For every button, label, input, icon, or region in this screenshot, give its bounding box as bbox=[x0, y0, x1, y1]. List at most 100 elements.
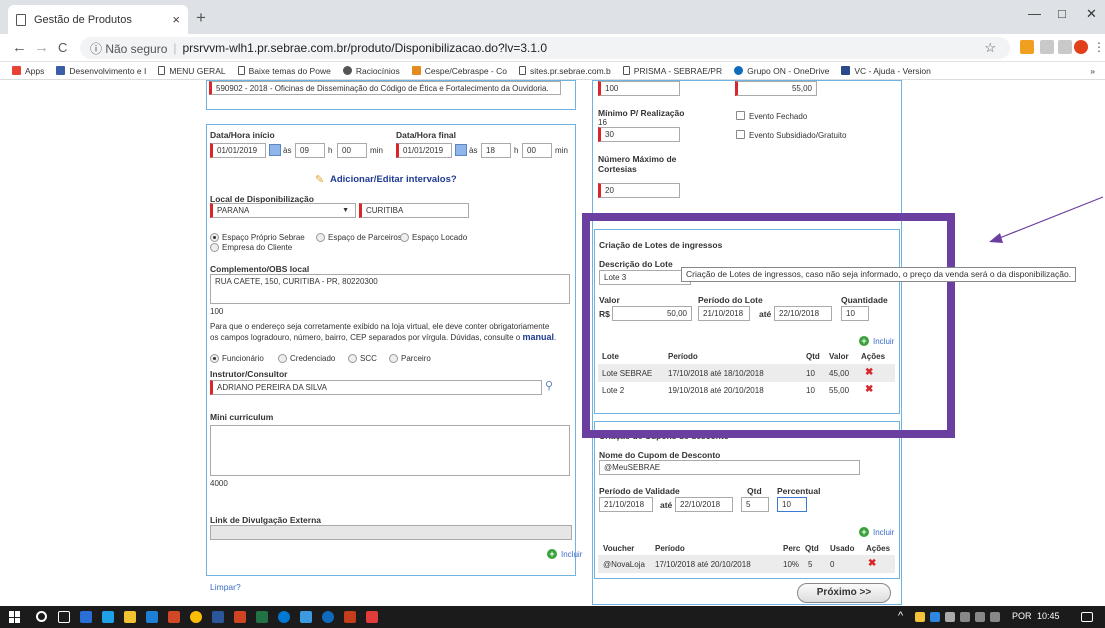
coupon-name-input[interactable]: @MeuSEBRAE bbox=[599, 460, 860, 475]
clock[interactable]: 10:45 bbox=[1037, 611, 1060, 621]
app-icon[interactable] bbox=[300, 611, 312, 623]
coupon-start-input[interactable]: 21/10/2018 bbox=[599, 497, 653, 512]
mini-curriculum-textarea[interactable] bbox=[210, 425, 570, 476]
powerpoint-icon[interactable] bbox=[344, 611, 356, 623]
delete-icon[interactable]: ✖ bbox=[868, 558, 876, 569]
top-left-value-input[interactable]: 100 bbox=[598, 81, 680, 96]
language-indicator[interactable]: POR bbox=[1012, 611, 1032, 621]
omnibox[interactable]: ⓘ Não seguro | prsrvvm-wlh1.pr.sebrae.co… bbox=[80, 37, 1010, 59]
space-radio-0[interactable] bbox=[210, 233, 219, 242]
evento-fechado-checkbox[interactable] bbox=[736, 111, 745, 120]
calendar-icon[interactable] bbox=[455, 144, 467, 156]
tray-chevron-icon[interactable]: ^ bbox=[898, 610, 903, 622]
profile-avatar-icon[interactable] bbox=[1074, 40, 1088, 54]
bookmark-item[interactable]: Cespe/Cebraspe - Co bbox=[411, 66, 507, 76]
bookmark-item[interactable]: Apps bbox=[12, 66, 44, 76]
minimum-input[interactable]: 30 bbox=[598, 127, 680, 142]
state-select[interactable]: PARANA ▼ bbox=[210, 203, 356, 218]
bookmarks-overflow-button[interactable]: » bbox=[1090, 66, 1095, 76]
url-text[interactable]: prsrvvm-wlh1.pr.sebrae.com.br/produto/Di… bbox=[183, 41, 548, 55]
volume-icon[interactable] bbox=[975, 612, 985, 622]
left-include-link[interactable]: Incluir bbox=[561, 550, 582, 559]
instructor-type-radio-0[interactable] bbox=[210, 354, 219, 363]
extension-icon[interactable] bbox=[1058, 40, 1072, 54]
start-minute-input[interactable]: 00 bbox=[337, 143, 367, 158]
instructor-type-radio-1[interactable] bbox=[278, 354, 287, 363]
next-button[interactable]: Próximo >> bbox=[797, 583, 891, 603]
maximize-button[interactable]: □ bbox=[1058, 6, 1066, 21]
space-radio-3[interactable] bbox=[210, 243, 219, 252]
end-date-input[interactable]: 01/01/2019 bbox=[396, 143, 452, 158]
edge-icon[interactable] bbox=[146, 611, 158, 623]
external-link-input[interactable] bbox=[210, 525, 572, 540]
task-view-icon[interactable] bbox=[58, 611, 70, 623]
instructor-type-radio-3[interactable] bbox=[389, 354, 398, 363]
word-icon[interactable] bbox=[80, 611, 92, 623]
excel-icon[interactable] bbox=[256, 611, 268, 623]
extension-icon[interactable] bbox=[1020, 40, 1034, 54]
chrome-icon[interactable] bbox=[190, 611, 202, 623]
bookmark-item[interactable]: Baixe temas do Powe bbox=[237, 66, 331, 76]
skype-icon[interactable] bbox=[102, 611, 114, 623]
coupon-percent-input[interactable]: 10 bbox=[777, 497, 807, 512]
battery-icon[interactable] bbox=[945, 612, 955, 622]
word-doc-icon[interactable] bbox=[212, 611, 224, 623]
security-indicator[interactable]: ⓘ Não seguro bbox=[90, 40, 167, 57]
pen-icon[interactable] bbox=[990, 612, 1000, 622]
bookmark-item[interactable]: Raciocínios bbox=[342, 66, 400, 76]
evento-subsidiado-checkbox[interactable] bbox=[736, 130, 745, 139]
tab-close-button[interactable]: × bbox=[172, 12, 180, 27]
bookmark-item[interactable]: Desenvolvimento e I bbox=[56, 66, 146, 76]
app-icon[interactable] bbox=[322, 611, 334, 623]
bookmark-item[interactable]: VC - Ajuda - Version bbox=[841, 66, 931, 76]
start-date-input[interactable]: 01/01/2019 bbox=[210, 143, 266, 158]
max-courtesy-input[interactable]: 20 bbox=[598, 183, 680, 198]
bookmark-item[interactable]: MENU GERAL bbox=[158, 66, 226, 76]
coupon-end-input[interactable]: 22/10/2018 bbox=[675, 497, 733, 512]
instructor-type-radio-2[interactable] bbox=[348, 354, 357, 363]
complement-textarea[interactable]: RUA CAETE, 150, CURITIBA - PR, 80220300 bbox=[210, 274, 570, 304]
app-icon[interactable] bbox=[278, 611, 290, 623]
acrobat-icon[interactable] bbox=[366, 611, 378, 623]
coupon-qtd-input[interactable]: 5 bbox=[741, 497, 769, 512]
minimize-button[interactable]: — bbox=[1028, 6, 1041, 21]
powerpoint-icon[interactable] bbox=[234, 611, 246, 623]
manual-link[interactable]: manual bbox=[522, 332, 554, 342]
start-hour-input[interactable]: 09 bbox=[295, 143, 325, 158]
browser-menu-button[interactable]: ⋮ bbox=[1093, 40, 1105, 54]
bookmark-item[interactable]: sites.pr.sebrae.com.b bbox=[518, 66, 611, 76]
end-minute-input[interactable]: 00 bbox=[522, 143, 552, 158]
end-hour-input[interactable]: 18 bbox=[481, 143, 511, 158]
browser-tab[interactable]: Gestão de Produtos × bbox=[8, 5, 188, 34]
search-icon[interactable] bbox=[36, 611, 47, 622]
tray-app-icon[interactable] bbox=[915, 612, 925, 622]
onedrive-icon[interactable] bbox=[930, 612, 940, 622]
cupons-include-link[interactable]: Incluir bbox=[873, 528, 894, 537]
course-field[interactable]: 590902 - 2018 - Oficinas de Disseminação… bbox=[209, 81, 561, 95]
back-button[interactable]: ← bbox=[12, 39, 27, 56]
wifi-icon[interactable] bbox=[960, 612, 970, 622]
add-icon[interactable]: + bbox=[859, 527, 869, 537]
notifications-icon[interactable] bbox=[1081, 612, 1093, 622]
space-radio-2[interactable] bbox=[400, 233, 409, 242]
space-radio-1[interactable] bbox=[316, 233, 325, 242]
instructor-input[interactable]: ADRIANO PEREIRA DA SILVA bbox=[210, 380, 542, 395]
forward-button[interactable]: → bbox=[34, 39, 49, 56]
calendar-icon[interactable] bbox=[269, 144, 281, 156]
add-icon[interactable]: + bbox=[547, 549, 557, 559]
price-input[interactable]: 55,00 bbox=[735, 81, 817, 96]
clear-link[interactable]: Limpar? bbox=[210, 582, 241, 592]
bookmark-star-icon[interactable]: ☆ bbox=[984, 40, 996, 56]
bookmark-item[interactable]: PRISMA - SEBRAE/PR bbox=[622, 66, 722, 76]
file-explorer-icon[interactable] bbox=[124, 611, 136, 623]
search-icon[interactable]: ⚲ bbox=[545, 379, 553, 392]
bookmark-item[interactable]: Grupo ON - OneDrive bbox=[734, 66, 829, 76]
reload-button[interactable]: C bbox=[58, 40, 67, 55]
extension-icon[interactable] bbox=[1040, 40, 1054, 54]
windows-start-icon[interactable] bbox=[9, 611, 21, 623]
window-close-button[interactable]: ✕ bbox=[1086, 6, 1097, 22]
city-input[interactable]: CURITIBA bbox=[359, 203, 469, 218]
intervals-link[interactable]: Adicionar/Editar intervalos? bbox=[330, 174, 457, 185]
new-tab-button[interactable]: + bbox=[196, 8, 206, 28]
paint-icon[interactable] bbox=[168, 611, 180, 623]
